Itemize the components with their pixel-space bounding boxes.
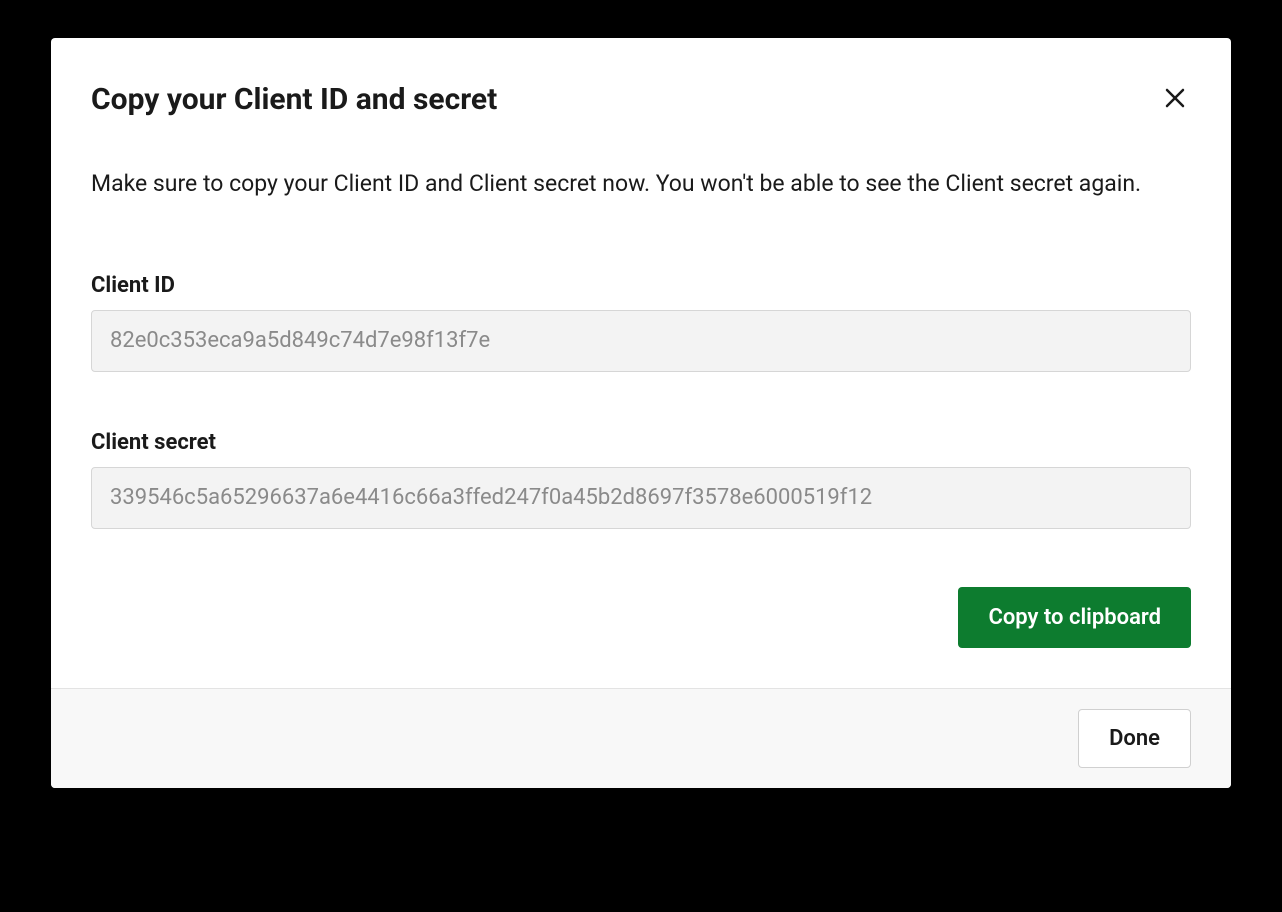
modal-header: Copy your Client ID and secret (91, 82, 1191, 118)
modal-body: Copy your Client ID and secret Make sure… (51, 38, 1231, 688)
client-id-field-group: Client ID (91, 273, 1191, 372)
close-button[interactable] (1159, 82, 1191, 117)
modal-title: Copy your Client ID and secret (91, 82, 497, 118)
close-icon (1163, 86, 1187, 113)
modal-footer: Done (51, 688, 1231, 788)
client-secret-input[interactable] (91, 467, 1191, 529)
copy-to-clipboard-button[interactable]: Copy to clipboard (958, 587, 1191, 648)
done-button[interactable]: Done (1078, 709, 1191, 768)
client-id-label: Client ID (91, 273, 1191, 298)
modal-description: Make sure to copy your Client ID and Cli… (91, 166, 1191, 203)
client-secret-field-group: Client secret (91, 430, 1191, 529)
action-row: Copy to clipboard (91, 587, 1191, 648)
credentials-modal: Copy your Client ID and secret Make sure… (51, 38, 1231, 788)
client-id-input[interactable] (91, 310, 1191, 372)
client-secret-label: Client secret (91, 430, 1191, 455)
